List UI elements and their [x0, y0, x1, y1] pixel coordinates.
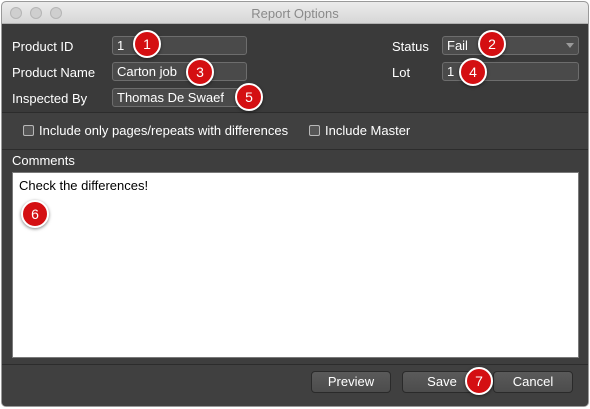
- preview-button[interactable]: Preview: [311, 371, 391, 393]
- title-bar: Report Options: [2, 2, 588, 24]
- inspected-by-label: Inspected By: [12, 91, 88, 106]
- comments-textarea[interactable]: Check the differences!: [12, 172, 579, 358]
- product-name-label: Product Name: [12, 65, 96, 80]
- callout-badge-2: 2: [478, 30, 506, 58]
- status-value: Fail: [447, 38, 468, 53]
- lot-label: Lot: [392, 65, 411, 80]
- differences-only-checkbox[interactable]: [23, 125, 34, 136]
- callout-badge-6: 6: [21, 200, 49, 228]
- include-master-label: Include Master: [325, 123, 411, 138]
- include-master-checkbox[interactable]: [309, 125, 320, 136]
- callout-badge-3: 3: [186, 58, 214, 86]
- callout-badge-1: 1: [133, 30, 161, 58]
- window-title: Report Options: [251, 6, 339, 21]
- product-name-field[interactable]: Carton job: [112, 62, 247, 81]
- comments-label: Comments: [12, 153, 75, 168]
- cancel-button[interactable]: Cancel: [493, 371, 573, 393]
- callout-badge-5: 5: [235, 83, 263, 111]
- callout-badge-4: 4: [459, 58, 487, 86]
- product-id-label: Product ID: [12, 39, 74, 54]
- inspected-by-field[interactable]: Thomas De Swaef: [112, 88, 247, 107]
- differences-only-label: Include only pages/repeats with differen…: [39, 123, 289, 138]
- report-options-window: Report Options Product ID 1 Status Fail …: [1, 1, 589, 407]
- callout-badge-7: 7: [465, 367, 493, 395]
- status-select[interactable]: Fail: [442, 36, 579, 55]
- status-label: Status: [392, 39, 429, 54]
- chevron-down-icon: [566, 43, 574, 48]
